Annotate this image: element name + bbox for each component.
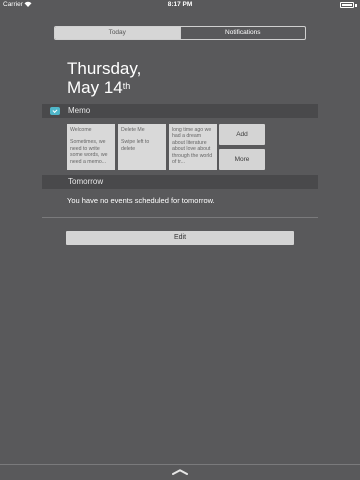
bottom-divider — [0, 464, 360, 465]
tomorrow-section-header: Tomorrow — [42, 175, 318, 189]
add-memo-button[interactable]: Add — [219, 124, 265, 145]
tab-notifications[interactable]: Notifications — [179, 27, 306, 39]
battery-icon — [340, 2, 354, 8]
more-memos-button[interactable]: More — [219, 149, 265, 170]
memo-note-title: Delete Me — [121, 127, 145, 133]
date-ordinal: th — [122, 81, 131, 91]
memo-widget-title: Memo — [68, 106, 91, 115]
edit-button[interactable]: Edit — [66, 231, 294, 245]
memo-note-card[interactable]: Delete Me Swipe left to delete — [118, 124, 166, 170]
memo-app-icon — [50, 107, 60, 115]
memo-note-body: long time ago we had a dream about liter… — [172, 127, 213, 166]
memo-note-body: Swipe left to delete — [121, 139, 150, 152]
no-events-message: You have no events scheduled for tomorro… — [67, 196, 215, 205]
memo-widget-header[interactable]: Memo — [42, 104, 318, 118]
status-bar: Carrier 8:17 PM — [0, 0, 360, 10]
memo-note-card[interactable]: Welcome Sometimes, we need to write some… — [67, 124, 115, 170]
date-month-day-line: May 14th — [67, 78, 141, 97]
memo-note-title: Welcome — [70, 127, 92, 133]
divider — [42, 217, 318, 218]
tab-today[interactable]: Today — [55, 27, 180, 39]
date-month-day: May 14 — [67, 78, 123, 97]
battery-tip — [355, 4, 357, 7]
date-heading: Thursday, May 14th — [67, 59, 141, 97]
tomorrow-title: Tomorrow — [68, 177, 104, 186]
chevron-handle-icon[interactable] — [172, 469, 188, 475]
memo-note-body: Sometimes, we need to write some words, … — [70, 139, 108, 165]
status-time: 8:17 PM — [167, 1, 193, 8]
date-weekday: Thursday, — [67, 59, 142, 78]
view-segmented-control: Today Notifications — [54, 26, 306, 40]
memo-note-card[interactable]: long time ago we had a dream about liter… — [169, 124, 217, 170]
